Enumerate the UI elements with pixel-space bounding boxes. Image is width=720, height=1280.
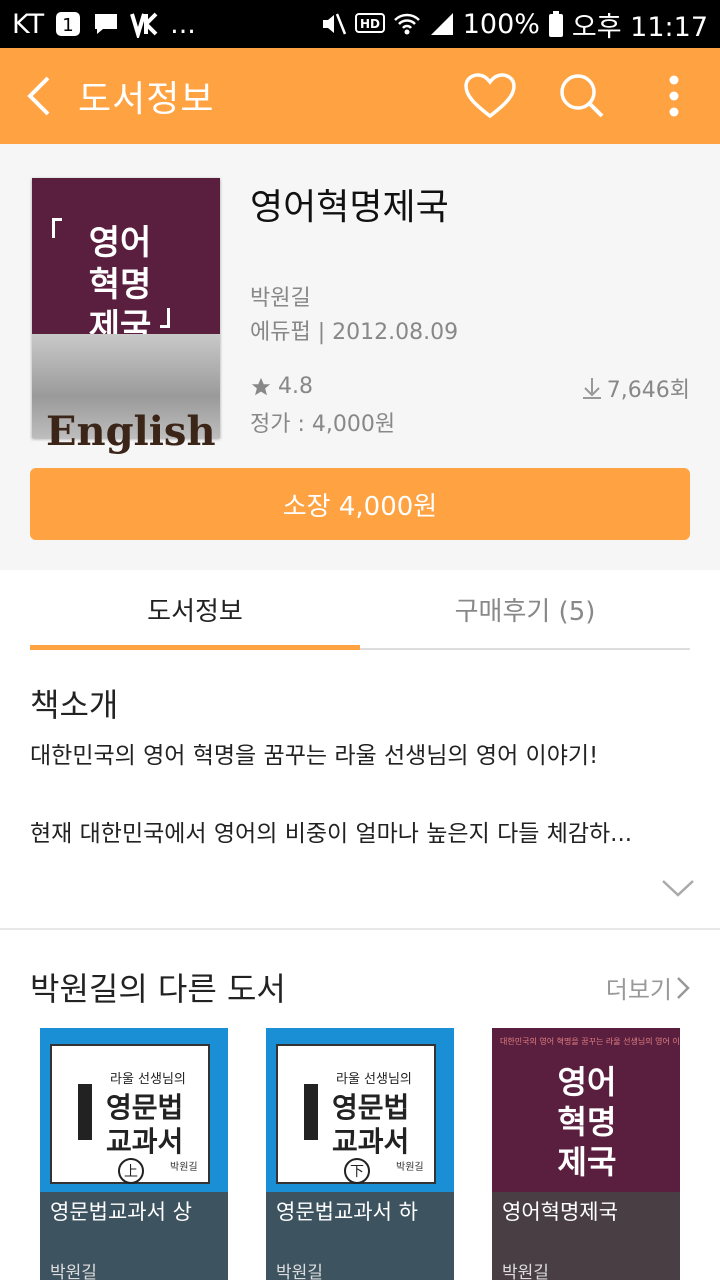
signal-icon bbox=[429, 11, 455, 37]
hd-voice-icon: HD bbox=[354, 11, 385, 37]
tab-reviews[interactable]: 구매후기 (5) bbox=[360, 570, 690, 648]
buy-button[interactable]: 소장 4,000원 bbox=[30, 468, 690, 540]
book-cover[interactable]: 영어 혁명 제국 English bbox=[32, 178, 220, 455]
cover-english-text: English bbox=[46, 408, 216, 455]
carrier-label: KT bbox=[12, 8, 45, 40]
chevron-right-icon bbox=[677, 976, 690, 999]
intro-text-line1: 대한민국의 영어 혁명을 꿈꾸는 라울 선생님의 영어 이야기! bbox=[30, 743, 599, 769]
book-card-title: 영어혁명제국 bbox=[502, 1200, 618, 1224]
wishlist-button[interactable] bbox=[444, 48, 536, 144]
tower-icon bbox=[304, 1084, 318, 1140]
book-card[interactable]: 라울 선생님의 영문법 교과서 박원길 上 영문법교과서 상 박원길 bbox=[40, 1028, 228, 1280]
status-bar: KT 1 ... HD 100% 오후 11:17 bbox=[0, 0, 720, 48]
book-card-author: 박원길 bbox=[276, 1263, 323, 1280]
download-count-value: 7,646회 bbox=[606, 378, 690, 403]
notification-one-icon: 1 bbox=[54, 10, 82, 38]
list-price: 정가 : 4,000원 bbox=[250, 412, 396, 437]
more-books-link[interactable]: 더보기 bbox=[606, 970, 690, 1005]
vk-app-icon bbox=[130, 10, 160, 38]
search-icon bbox=[560, 74, 604, 118]
mute-icon bbox=[319, 10, 347, 38]
battery-icon bbox=[548, 10, 564, 38]
other-books-heading: 박원길의 다른 도서 bbox=[30, 970, 286, 1008]
more-label: 더보기 bbox=[605, 976, 672, 1004]
chat-icon bbox=[92, 10, 120, 38]
section-divider bbox=[0, 928, 720, 930]
rating-value: 4.8 bbox=[278, 374, 313, 399]
book-card-title: 영문법교과서 하 bbox=[276, 1200, 418, 1224]
overflow-menu-button[interactable] bbox=[628, 48, 720, 144]
clock: 오후 11:17 bbox=[571, 11, 708, 43]
page-title: 도서정보 bbox=[78, 79, 215, 120]
download-count: 7,646회 bbox=[581, 372, 690, 404]
heart-icon bbox=[464, 73, 516, 119]
book-author[interactable]: 박원길 bbox=[250, 280, 311, 312]
book-title: 영어혁명제국 bbox=[250, 187, 449, 228]
tab-book-info[interactable]: 도서정보 bbox=[30, 570, 360, 650]
star-icon bbox=[251, 377, 271, 395]
tower-icon bbox=[78, 1084, 92, 1140]
book-card-title: 영문법교과서 상 bbox=[50, 1200, 192, 1224]
app-bar: 도서정보 bbox=[0, 48, 720, 144]
back-arrow-icon bbox=[27, 76, 50, 116]
intro-text-line2: 현재 대한민국에서 영어의 비중이 얼마나 높은지 다들 체감하... bbox=[30, 821, 633, 847]
book-card[interactable]: 대한민국의 영어 혁명을 꿈꾸는 라울 선생님의 영어 이야기 영어 혁명 제국… bbox=[492, 1028, 680, 1280]
more-notifications: ... bbox=[170, 8, 196, 40]
intro-heading: 책소개 bbox=[30, 686, 119, 724]
battery-percent: 100% bbox=[462, 8, 540, 40]
search-button[interactable] bbox=[536, 48, 628, 144]
book-info-section: 영어 혁명 제국 English 영어혁명제국 박원길 에듀펍 | 2012.0… bbox=[0, 144, 720, 570]
publisher-date: 에듀펍 | 2012.08.09 bbox=[250, 320, 459, 345]
book-card-author: 박원길 bbox=[502, 1263, 549, 1280]
svg-text:HD: HD bbox=[360, 17, 380, 31]
cover-title: 영어 혁명 제국 bbox=[88, 223, 152, 347]
chevron-down-icon bbox=[662, 880, 694, 897]
wifi-icon bbox=[393, 10, 421, 38]
tab-bar: 도서정보 구매후기 (5) bbox=[30, 570, 690, 650]
download-icon bbox=[582, 378, 601, 399]
svg-text:1: 1 bbox=[62, 15, 73, 36]
book-card[interactable]: 라울 선생님의 영문법 교과서 박원길 下 영문법교과서 하 박원길 bbox=[266, 1028, 454, 1280]
book-card-author: 박원길 bbox=[50, 1263, 97, 1280]
more-vertical-icon bbox=[669, 75, 679, 117]
expand-intro-button[interactable] bbox=[660, 876, 696, 900]
back-button[interactable] bbox=[4, 48, 74, 144]
rating: 4.8 bbox=[250, 374, 313, 399]
